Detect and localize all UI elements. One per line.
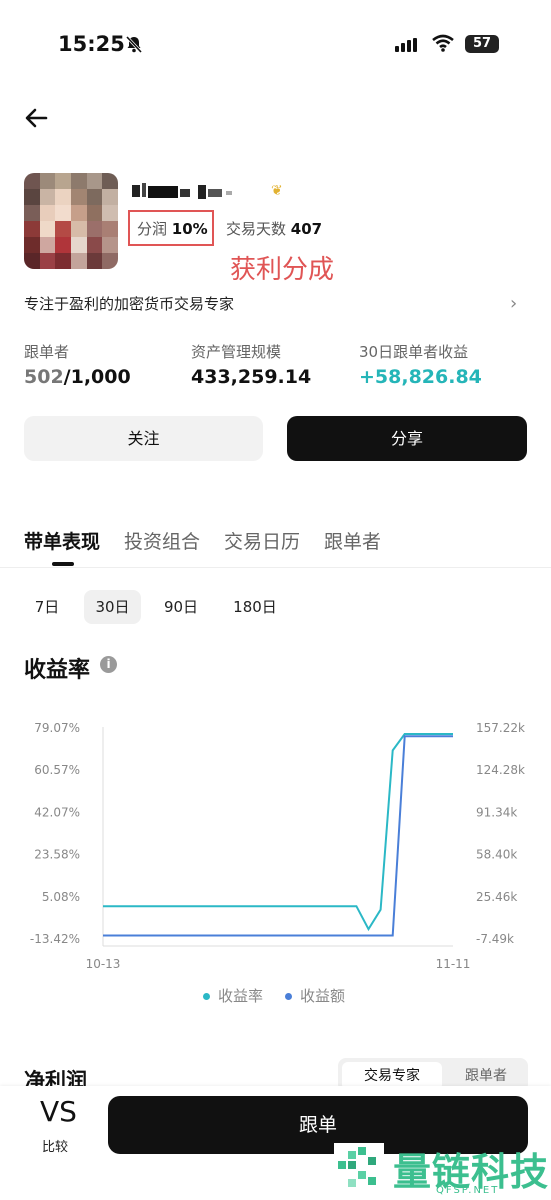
profit-share-value: 10% xyxy=(171,220,208,238)
period-7d[interactable]: 7日 xyxy=(26,590,68,624)
aum-label: 资产管理规模 xyxy=(191,343,282,361)
followers-value: 502/1,000 xyxy=(24,366,131,388)
wifi-icon xyxy=(432,34,454,52)
y-tick-label-right: 58.40k xyxy=(476,848,517,862)
trade-days: 交易天数 407 xyxy=(226,218,322,239)
pnl-label: 30日跟单者收益 xyxy=(359,343,469,361)
y-tick-label-right: 25.46k xyxy=(476,890,517,904)
legend-item-yield[interactable]: 收益率 xyxy=(203,985,263,1006)
status-time: 15:25 xyxy=(58,32,125,56)
badge-icon: ❦ xyxy=(271,183,283,199)
follow-button[interactable]: 关注 xyxy=(24,416,263,461)
series-line-0 xyxy=(103,733,453,932)
followers-current: 502 xyxy=(24,366,64,388)
back-arrow-icon[interactable] xyxy=(22,104,52,132)
legend-dot xyxy=(285,993,292,1000)
battery-indicator: 57 xyxy=(465,35,499,53)
info-icon[interactable]: i xyxy=(100,656,117,673)
share-button[interactable]: 分享 xyxy=(287,416,527,461)
y-tick-label-left: 23.58% xyxy=(34,848,80,862)
x-tick-label: 11-11 xyxy=(436,957,471,970)
tab-trade-calendar[interactable]: 交易日历 xyxy=(224,527,300,554)
watermark-logo-icon xyxy=(334,1143,384,1193)
y-tick-label-right: -7.49k xyxy=(476,932,514,946)
period-90d[interactable]: 90日 xyxy=(158,590,204,624)
y-tick-label-right: 91.34k xyxy=(476,805,517,819)
tab-active-indicator xyxy=(52,562,74,566)
legend-label: 收益率 xyxy=(218,987,264,1005)
compare-label[interactable]: 比较 xyxy=(42,1136,68,1155)
divider xyxy=(0,567,551,568)
tab-portfolio[interactable]: 投资组合 xyxy=(124,527,200,554)
yield-chart: 79.07% 157.22k 60.57% 124.28k 42.07% 91.34k 23… xyxy=(30,721,525,970)
tab-performance[interactable]: 带单表现 xyxy=(24,527,100,554)
trade-days-value: 407 xyxy=(290,220,323,238)
aum-value: 433,259.14 xyxy=(191,366,312,388)
period-30d[interactable]: 30日 xyxy=(84,590,141,624)
mute-bell-icon xyxy=(125,35,143,54)
followers-max: /1,000 xyxy=(63,366,131,388)
compare-vs[interactable]: VS xyxy=(40,1095,77,1128)
legend-dot xyxy=(203,993,210,1000)
trade-days-label: 交易天数 xyxy=(226,220,287,238)
y-tick-label-left: 60.57% xyxy=(34,763,80,777)
y-tick-label-left: 5.08% xyxy=(42,890,80,904)
y-tick-label-left: -13.42% xyxy=(30,932,80,946)
y-tick-label-right: 124.28k xyxy=(476,763,525,777)
watermark-subtext: QFSP.NET xyxy=(436,1185,500,1196)
section-title: 收益率 xyxy=(24,658,91,683)
avatar xyxy=(24,173,118,269)
chevron-right-icon[interactable]: › xyxy=(510,293,517,314)
followers-label: 跟单者 xyxy=(24,343,70,361)
bio-text[interactable]: 专注于盈利的加密货币交易专家 xyxy=(24,293,234,314)
username-redacted xyxy=(132,183,232,199)
legend-label: 收益额 xyxy=(300,987,346,1005)
profit-share-label: 分润 xyxy=(137,220,168,238)
y-tick-label-left: 79.07% xyxy=(34,721,80,735)
period-180d[interactable]: 180日 xyxy=(226,590,284,624)
y-tick-label-left: 42.07% xyxy=(34,805,80,819)
profit-share: 分润 10% xyxy=(137,218,208,239)
cellular-signal-icon xyxy=(395,38,417,52)
pnl-value: +58,826.84 xyxy=(359,366,482,388)
x-tick-label: 10-13 xyxy=(86,957,121,970)
tab-followers[interactable]: 跟单者 xyxy=(324,527,381,554)
annotation-text: 获利分成 xyxy=(230,255,335,285)
legend-item-amount[interactable]: 收益额 xyxy=(285,985,345,1006)
y-tick-label-right: 157.22k xyxy=(476,721,525,735)
